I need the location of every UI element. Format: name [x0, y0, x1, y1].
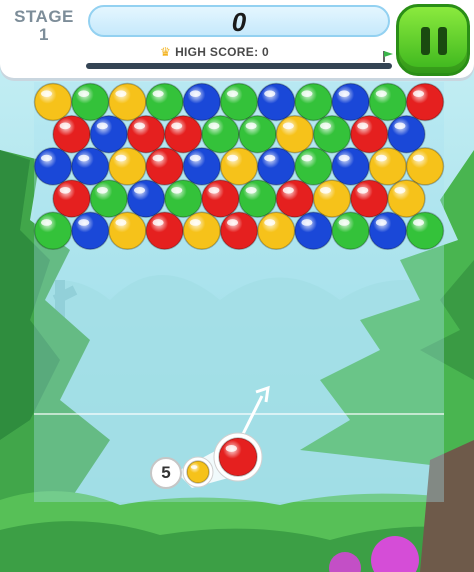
- pause-icon: [421, 27, 430, 55]
- bubble-red: [201, 179, 240, 218]
- bubble-blue: [182, 82, 222, 122]
- bubble-green: [294, 147, 333, 186]
- bubble-red: [219, 211, 259, 251]
- game-scene[interactable]: STAGE 1 0 ♛ HIGH SCORE: 0 5: [0, 0, 474, 572]
- bubble-blue: [182, 147, 222, 186]
- bubble-blue: [294, 211, 333, 251]
- bubble-red: [163, 114, 203, 154]
- next-bubble: [186, 460, 210, 484]
- bubble-red: [349, 179, 389, 218]
- bubble-blue: [331, 82, 370, 122]
- bubble-green: [145, 82, 184, 122]
- current-bubble: [218, 437, 258, 477]
- bubble-yellow: [219, 147, 259, 186]
- bubble-green: [405, 211, 445, 251]
- bubble-yellow: [108, 82, 147, 122]
- bubble-red: [405, 82, 445, 122]
- bubble-blue: [33, 147, 73, 186]
- bubble-yellow: [275, 114, 315, 154]
- score-value: 0: [231, 7, 247, 37]
- bubble-red: [145, 211, 184, 251]
- remaining-bubbles-counter: 5: [150, 457, 182, 489]
- bubble-yellow: [368, 147, 408, 186]
- bubble-green: [70, 82, 110, 122]
- bubble-blue: [387, 114, 426, 154]
- stage-progress-bar: [86, 63, 392, 69]
- bubble-blue: [89, 114, 129, 154]
- bubble-red: [145, 147, 184, 186]
- bubble-blue: [256, 147, 296, 186]
- high-score: ♛ HIGH SCORE: 0: [160, 45, 269, 59]
- bubble-green: [89, 179, 129, 218]
- bubble-red: [52, 179, 91, 218]
- bubble-red: [349, 114, 389, 154]
- bubble-yellow: [312, 179, 352, 218]
- bubble-yellow: [387, 179, 426, 218]
- forest-background: [0, 0, 474, 572]
- bubble-yellow: [108, 211, 147, 251]
- crown-icon: ♛: [160, 45, 172, 59]
- bubble-blue: [126, 179, 166, 218]
- bubble-green: [238, 179, 277, 218]
- bubble-green: [33, 211, 73, 251]
- stage-indicator: STAGE 1: [4, 8, 84, 44]
- score-box: 0: [88, 5, 390, 37]
- bubble-blue: [70, 211, 110, 251]
- bubble-yellow: [108, 147, 147, 186]
- stage-number: 1: [39, 25, 49, 44]
- high-score-text: HIGH SCORE: 0: [175, 45, 269, 59]
- bubble-red: [52, 114, 91, 154]
- bubble-yellow: [256, 211, 296, 251]
- bubble-yellow: [33, 82, 73, 122]
- bubble-green: [238, 114, 277, 154]
- bubble-blue: [331, 147, 370, 186]
- bubble-red: [275, 179, 315, 218]
- bubble-green: [312, 114, 352, 154]
- bubble-green: [368, 82, 408, 122]
- goal-flag-icon: [383, 51, 393, 62]
- stage-label: STAGE: [14, 7, 74, 26]
- bubble-blue: [256, 82, 296, 122]
- bubble-red: [126, 114, 166, 154]
- bubble-grid: [33, 82, 445, 251]
- bubble-green: [219, 82, 259, 122]
- bubble-blue: [70, 147, 110, 186]
- bubble-yellow: [405, 147, 445, 186]
- bubble-green: [163, 179, 203, 218]
- bubble-green: [331, 211, 370, 251]
- pause-button[interactable]: [396, 4, 470, 76]
- bubble-yellow: [182, 211, 222, 251]
- bubble-green: [294, 82, 333, 122]
- pause-icon-bar: [438, 27, 447, 55]
- bubble-green: [201, 114, 240, 154]
- bubble-blue: [368, 211, 408, 251]
